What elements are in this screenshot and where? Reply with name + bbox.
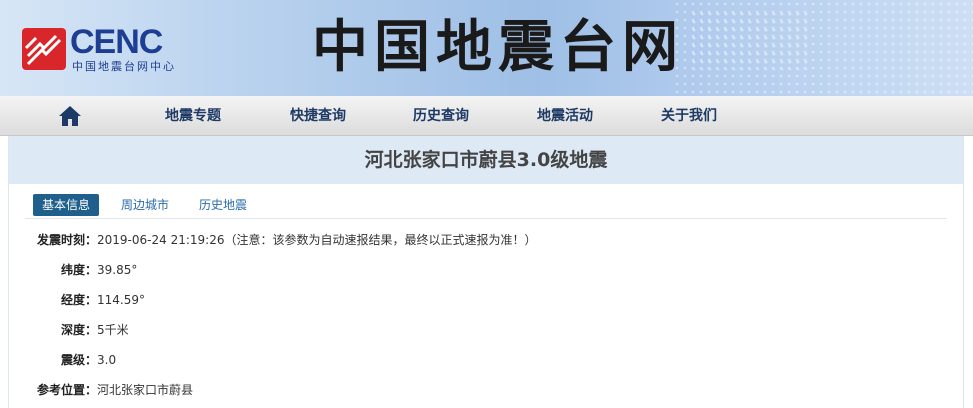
cenc-logo[interactable]: CENC 中国地震台网中心 bbox=[20, 24, 195, 76]
header-banner: CENC 中国地震台网中心 中国地震台网 bbox=[0, 0, 973, 96]
time-value: 2019-06-24 21:19:26（注意：该参数为自动速报结果，最终以正式速… bbox=[97, 233, 537, 247]
time-label: 发震时刻： bbox=[37, 233, 98, 247]
latitude-value: 39.85° bbox=[97, 263, 138, 277]
info-row-longitude: 经度：114.59° bbox=[61, 290, 145, 310]
site-title: 中国地震台网 bbox=[312, 14, 684, 80]
nav-item-about-us[interactable]: 关于我们 bbox=[661, 96, 717, 136]
cenc-logo-mark-icon bbox=[22, 28, 66, 70]
depth-value: 5千米 bbox=[97, 323, 129, 337]
banner-dot-pattern-left bbox=[690, 10, 810, 70]
longitude-label: 经度： bbox=[61, 293, 98, 307]
latitude-label: 纬度： bbox=[61, 263, 98, 277]
logo-subtitle: 中国地震台网中心 bbox=[72, 60, 176, 73]
tab-basic-info[interactable]: 基本信息 bbox=[33, 194, 100, 216]
page-title: 河北张家口市蔚县3.0级地震 bbox=[9, 136, 963, 184]
info-row-magnitude: 震级：3.0 bbox=[61, 350, 116, 370]
nav-item-quick-query[interactable]: 快捷查询 bbox=[290, 96, 346, 136]
info-row-depth: 深度：5千米 bbox=[61, 320, 129, 340]
info-row-location: 参考位置：河北张家口市蔚县 bbox=[37, 380, 193, 400]
magnitude-value: 3.0 bbox=[97, 353, 117, 367]
depth-label: 深度： bbox=[61, 323, 98, 337]
nav-item-history-query[interactable]: 历史查询 bbox=[413, 96, 469, 136]
nav-item-earthquake-topics[interactable]: 地震专题 bbox=[165, 96, 221, 136]
nav-item-seismic-activity[interactable]: 地震活动 bbox=[537, 96, 593, 136]
main-nav: 地震专题 快捷查询 历史查询 地震活动 关于我们 bbox=[0, 96, 973, 136]
location-label: 参考位置： bbox=[37, 383, 98, 397]
home-icon[interactable] bbox=[58, 104, 82, 128]
info-row-latitude: 纬度：39.85° bbox=[61, 260, 137, 280]
magnitude-label: 震级： bbox=[61, 353, 98, 367]
location-value: 河北张家口市蔚县 bbox=[97, 383, 194, 397]
tab-history-quakes[interactable]: 历史地震 bbox=[199, 194, 247, 216]
logo-text: CENC bbox=[70, 23, 163, 61]
tab-nearby-cities[interactable]: 周边城市 bbox=[121, 194, 169, 216]
longitude-value: 114.59° bbox=[97, 293, 146, 307]
content-card: 河北张家口市蔚县3.0级地震 基本信息 周边城市 历史地震 发震时刻：2019-… bbox=[8, 136, 964, 408]
info-row-time: 发震时刻：2019-06-24 21:19:26（注意：该参数为自动速报结果，最… bbox=[37, 230, 536, 250]
tabs-divider bbox=[25, 218, 947, 219]
